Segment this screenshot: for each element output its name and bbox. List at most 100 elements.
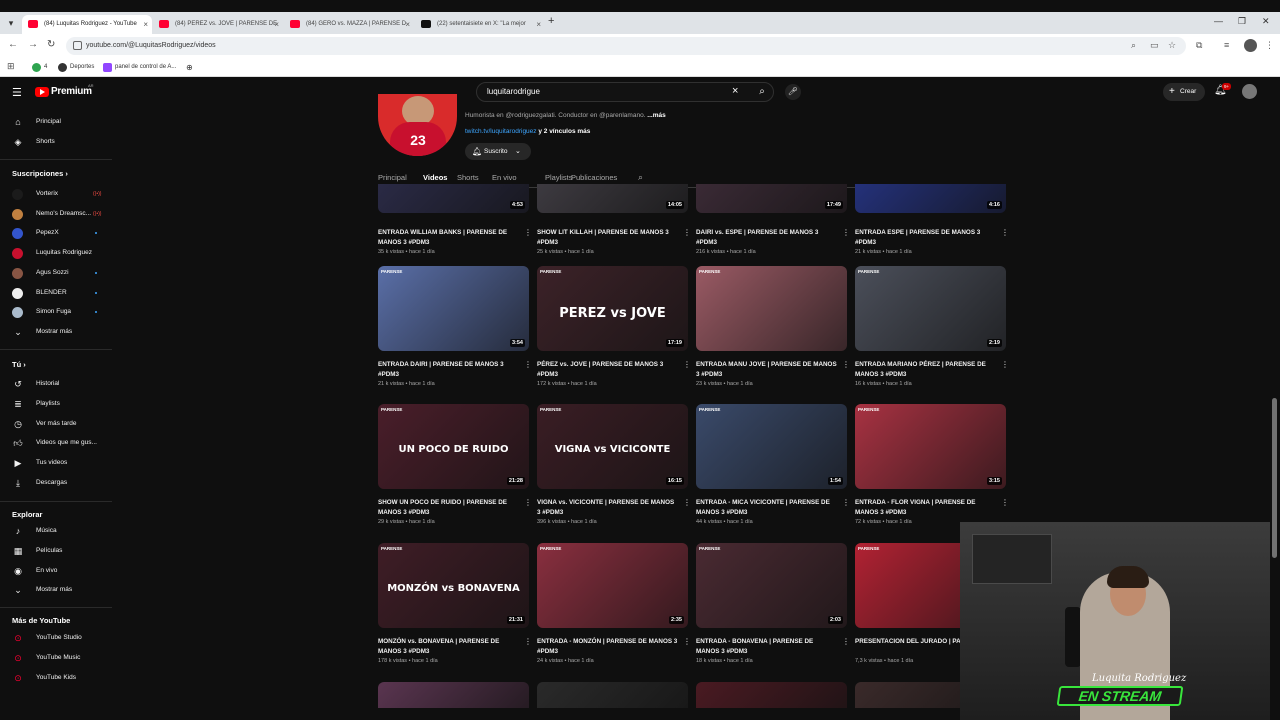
sidebar-item[interactable]: ◈ Shorts [0,133,112,151]
back-icon[interactable]: ← [8,39,18,50]
video-thumbnail[interactable]: 17:49 [696,184,847,213]
search-icon[interactable]: ⌕ [749,83,775,101]
more-options-icon[interactable]: ⋮ [524,360,532,369]
close-window-icon[interactable]: ✕ [1262,16,1270,27]
tab-search-icon[interactable]: ▾ [4,16,18,30]
explore-heading[interactable]: Explorar [12,510,42,519]
youtube-premium-label[interactable]: Premium [51,86,92,97]
video-title[interactable]: ENTRADA - BONAVENA | PARENSE DE MANOS 3 … [696,637,838,657]
sidebar-item[interactable]: Agus Sozzi [0,264,112,282]
bookmark-panel[interactable]: panel de control de A... [103,61,176,74]
sidebar-item[interactable]: Vorterix ((•)) [0,185,112,203]
video-thumbnail[interactable]: PARENSE 3:15 [855,404,1006,489]
apps-icon[interactable]: ⊞ [7,61,15,72]
youtube-logo-icon[interactable] [35,87,49,97]
channel-search-icon[interactable]: ⌕ [638,172,643,183]
account-avatar[interactable] [1242,84,1257,99]
subscriptions-heading[interactable]: Suscripciones › [12,169,68,178]
video-title[interactable]: ENTRADA WILLIAM BANKS | PARENSE DE MANOS… [378,228,520,248]
more-from-youtube-heading[interactable]: Más de YouTube [12,616,70,625]
more-options-icon[interactable]: ⋮ [524,498,532,507]
zoom-icon[interactable]: ⌕ [1131,40,1136,51]
more-options-icon[interactable]: ⋮ [1001,360,1009,369]
bookmark-1[interactable]: 4 [32,61,47,74]
tab-close-icon[interactable]: × [405,15,410,34]
sidebar-item[interactable]: ⌂ Principal [0,113,112,131]
tab-close-icon[interactable]: × [274,15,279,34]
sidebar-item[interactable]: PepezX [0,224,112,242]
channel-description[interactable]: Humorista en @rodriguezgalati. Conductor… [465,112,666,119]
forward-icon[interactable]: → [28,39,38,50]
sidebar-item[interactable]: Simon Fuga [0,303,112,321]
more-options-icon[interactable]: ⋮ [683,637,691,646]
guide-menu-icon[interactable]: ☰ [12,86,22,99]
sidebar-item[interactable]: Luquitas Rodriguez [0,244,112,262]
bookmark-star-icon[interactable]: ☆ [1168,40,1176,51]
cast-icon[interactable]: ▭ [1150,40,1159,51]
video-thumbnail[interactable]: PARENSE MONZÓN vs BONAVENA 21:31 [378,543,529,628]
video-title[interactable]: SHOW UN POCO DE RUIDO | PARENSE DE MANOS… [378,498,520,518]
sidebar-item[interactable]: ≣ Playlists [0,395,112,413]
sidebar-item[interactable]: ⊙ YouTube Studio [0,629,112,647]
you-heading[interactable]: Tú › [12,360,26,369]
more-options-icon[interactable]: ⋮ [683,360,691,369]
video-thumbnail[interactable] [696,682,847,708]
video-thumbnail[interactable]: PARENSE 2:03 [696,543,847,628]
sidebar-item[interactable]: ▦ Películas [0,542,112,560]
profile-avatar[interactable] [1244,39,1257,52]
tab-close-icon[interactable]: × [536,15,541,34]
maximize-icon[interactable]: ❐ [1238,16,1246,27]
scrollbar[interactable] [1272,398,1277,558]
browser-tab[interactable]: (22) setentaisiete en X: "La mejor × [415,15,545,34]
globe-icon[interactable]: ⊕ [186,61,193,74]
sidebar-item[interactable]: ◷ Ver más tarde [0,415,112,433]
reading-list-icon[interactable]: ≡ [1224,40,1229,50]
bookmark-deportes[interactable]: Deportes [58,61,94,74]
more-options-icon[interactable]: ⋮ [842,360,850,369]
video-title[interactable]: ENTRADA ESPE | PARENSE DE MANOS 3 #PDM3 [855,228,997,248]
video-title[interactable]: ENTRADA DAIRI | PARENSE DE MANOS 3 #PDM3 [378,360,520,380]
sidebar-item[interactable]: ⊙ YouTube Kids [0,669,112,687]
video-thumbnail[interactable]: 4:16 [855,184,1006,213]
video-thumbnail[interactable]: PARENSE UN POCO DE RUIDO 21:28 [378,404,529,489]
video-thumbnail[interactable]: PARENSE 1:54 [696,404,847,489]
more-options-icon[interactable]: ⋮ [842,228,850,237]
more-options-icon[interactable]: ⋮ [524,228,532,237]
sidebar-item[interactable]: ◉ En vivo [0,562,112,580]
video-title[interactable]: DAIRI vs. ESPE | PARENSE DE MANOS 3 #PDM… [696,228,838,248]
sidebar-item[interactable]: ⌄ Mostrar más [0,581,112,599]
site-info-icon[interactable] [73,41,82,50]
video-title[interactable]: ENTRADA - MICA VICICONTE | PARENSE DE MA… [696,498,838,518]
reload-icon[interactable]: ↻ [47,39,55,50]
voice-search-icon[interactable]: 🎤︎ [785,84,801,100]
browser-tab[interactable]: (84) PEREZ vs. JOVE | PARENSE DE × [153,15,283,34]
browser-tab[interactable]: (84) GERO vs. MAZZA | PARENSE D × [284,15,414,34]
tab-close-icon[interactable]: × [143,15,148,34]
channel-avatar[interactable]: 23 [378,94,457,156]
video-title[interactable]: ENTRADA MARIANO PÉREZ | PARENSE DE MANOS… [855,360,997,380]
video-title[interactable]: PÉREZ vs. JOVE | PARENSE DE MANOS 3 #PDM… [537,360,679,380]
video-thumbnail[interactable]: 4:53 [378,184,529,213]
video-thumbnail[interactable]: PARENSE 2:35 [537,543,688,628]
sidebar-item[interactable]: ⌄ Mostrar más [0,323,112,341]
more-options-icon[interactable]: ⋮ [683,498,691,507]
channel-links[interactable]: twitch.tv/luquitarodriguez y 2 vínculos … [465,128,590,135]
video-title[interactable]: VIGNA vs. VICICONTE | PARENSE DE MANOS 3… [537,498,679,518]
more-options-icon[interactable]: ⋮ [842,637,850,646]
video-thumbnail[interactable]: PARENSE 2:19 [855,266,1006,351]
sidebar-item[interactable]: Nemo's Dreamsc... ((•)) [0,205,112,223]
video-thumbnail[interactable]: PARENSE VIGNA vs VICICONTE 16:15 [537,404,688,489]
menu-icon[interactable]: ⋮ [1265,40,1274,51]
sidebar-item[interactable]: ⊙ YouTube Music [0,649,112,667]
extensions-icon[interactable]: ⧉ [1196,40,1202,51]
browser-tab[interactable]: (84) Luquitas Rodriguez - YouTube × [22,15,152,34]
new-tab-button[interactable]: + [548,15,554,27]
more-options-icon[interactable]: ⋮ [1001,228,1009,237]
create-button[interactable]: + Crear [1163,83,1205,101]
video-thumbnail[interactable]: PARENSE PEREZ vs JOVE 17:19 [537,266,688,351]
sidebar-item[interactable]: ♪ Música [0,522,112,540]
video-title[interactable]: ENTRADA - FLOR VIGNA | PARENSE DE MANOS … [855,498,997,518]
sidebar-item[interactable]: ⤓ Descargas [0,474,112,492]
minimize-icon[interactable]: — [1214,16,1223,26]
video-title[interactable]: ENTRADA MANU JOVE | PARENSE DE MANOS 3 #… [696,360,838,380]
